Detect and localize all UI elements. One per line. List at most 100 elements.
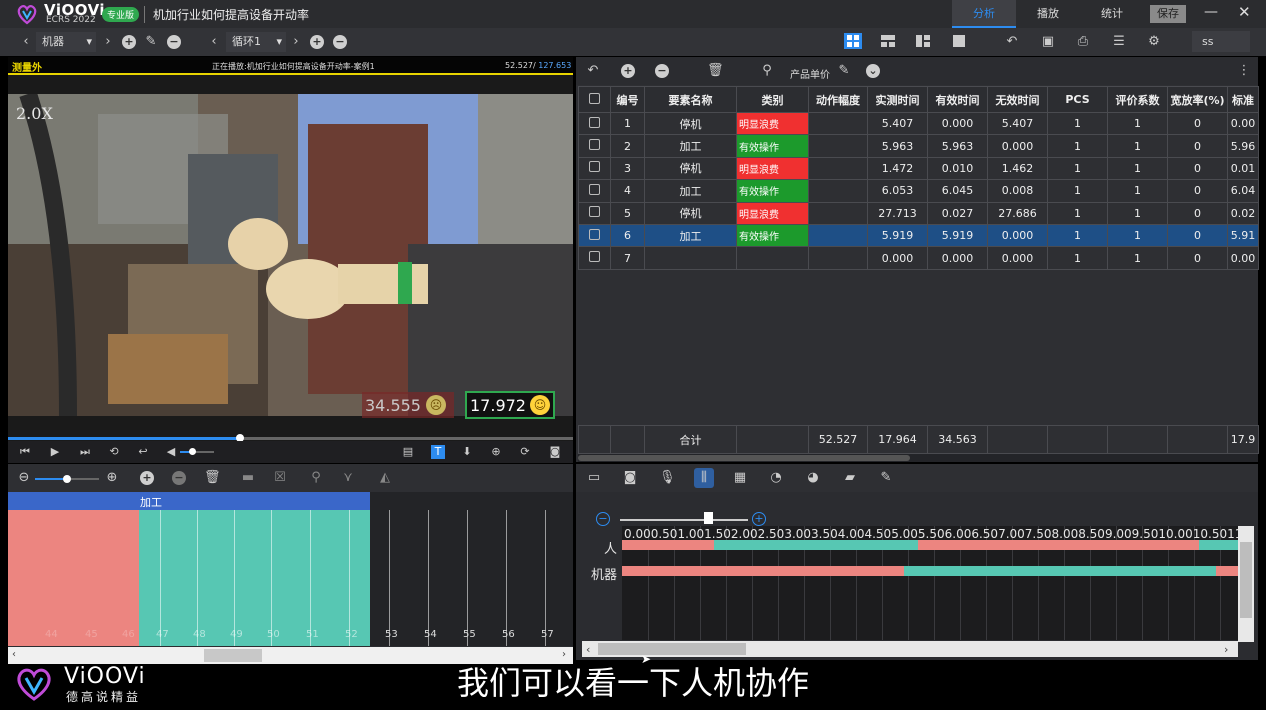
person-bar-segment[interactable] <box>918 540 1199 550</box>
layout-columns-icon[interactable] <box>914 33 932 49</box>
donut-chart-icon[interactable]: ◕ <box>805 470 821 486</box>
cell-allowance[interactable]: 0 <box>1167 223 1228 248</box>
col-header[interactable]: 宽放率(%) <box>1167 86 1228 113</box>
cell-valid[interactable]: 0.000 <box>927 246 988 270</box>
cell-pcs[interactable]: 1 <box>1047 134 1108 158</box>
person-bar-segment[interactable] <box>714 540 918 550</box>
checkbox[interactable] <box>578 156 611 181</box>
cell-pcs[interactable]: 1 <box>1047 201 1108 225</box>
cell-coef[interactable]: 1 <box>1107 201 1168 225</box>
expand-icon[interactable]: ⌄ <box>866 64 880 78</box>
cell-allowance[interactable]: 0 <box>1167 111 1228 136</box>
layout-grid4-icon[interactable] <box>844 33 862 49</box>
gantt-zoom-out-icon[interactable]: − <box>596 512 610 526</box>
bar-chart-icon[interactable]: ▦ <box>732 470 748 486</box>
cell-no[interactable]: 5 <box>610 201 645 225</box>
col-header[interactable]: 有效时间 <box>927 86 988 113</box>
document-icon[interactable]: ▤ <box>401 445 415 459</box>
cell-amplitude[interactable] <box>808 246 868 270</box>
print-icon[interactable]: ⎙ <box>1075 34 1091 50</box>
pie-chart-icon[interactable]: ◔ <box>768 470 784 486</box>
cell-no[interactable]: 7 <box>610 246 645 270</box>
cell-coef[interactable]: 1 <box>1107 156 1168 181</box>
undo-icon[interactable]: ↶ <box>585 63 601 79</box>
pencil-icon[interactable]: ✎ <box>878 470 894 486</box>
col-header[interactable]: 实测时间 <box>867 86 928 113</box>
cell-name[interactable]: 加工 <box>644 134 737 158</box>
col-header[interactable]: 评价系数 <box>1107 86 1168 113</box>
cell-valid[interactable]: 5.963 <box>927 134 988 158</box>
machine-bar-segment[interactable] <box>904 566 1216 576</box>
trash-icon[interactable]: 🗑 <box>204 470 221 486</box>
prev-frame-icon[interactable]: ⏮ <box>18 445 32 459</box>
cell-category[interactable]: 明显浪费 <box>736 111 809 136</box>
microphone-icon[interactable]: 🎙 <box>659 470 676 486</box>
cell-invalid[interactable]: 5.407 <box>987 111 1048 136</box>
cell-category[interactable]: 有效操作 <box>736 179 809 203</box>
back-icon[interactable]: ↩ <box>136 445 150 459</box>
gear-icon[interactable]: ⚙ <box>1146 34 1162 50</box>
add-icon[interactable]: + <box>140 471 154 485</box>
person-icon[interactable]: ⚲ <box>308 470 324 486</box>
cell-allowance[interactable]: 0 <box>1167 201 1228 225</box>
remove-icon[interactable]: − <box>167 35 181 49</box>
cell-standard[interactable]: 0.02 <box>1227 201 1259 225</box>
cell-allowance[interactable]: 0 <box>1167 179 1228 203</box>
checkbox[interactable] <box>578 111 611 136</box>
machine-bar-segment[interactable] <box>622 566 904 576</box>
cell-amplitude[interactable] <box>808 223 868 248</box>
cell-pcs[interactable]: 1 <box>1047 156 1108 181</box>
remove-icon[interactable]: − <box>333 35 347 49</box>
cell-pcs[interactable]: 1 <box>1047 179 1108 203</box>
cell-coef[interactable]: 1 <box>1107 134 1168 158</box>
cell-measured[interactable]: 0.000 <box>867 246 928 270</box>
cell-no[interactable]: 6 <box>610 223 645 248</box>
checkbox[interactable] <box>578 179 611 203</box>
cell-name[interactable]: 停机 <box>644 201 737 225</box>
gantt-vscroll-thumb[interactable] <box>1240 542 1252 618</box>
person-icon[interactable]: ⚲ <box>759 63 775 79</box>
add-row-icon[interactable]: + <box>621 64 635 78</box>
gantt-hscroll-thumb[interactable] <box>598 643 746 655</box>
pencil-icon[interactable]: ✎ <box>143 34 159 50</box>
menu-icon[interactable]: ☰ <box>1111 34 1127 50</box>
select-all-cell[interactable] <box>578 86 611 113</box>
comment-icon[interactable]: ▭ <box>586 470 602 486</box>
search-input[interactable]: ss <box>1192 31 1250 52</box>
cell-standard[interactable]: 0.00 <box>1227 111 1259 136</box>
tab-play[interactable]: 播放 <box>1016 0 1080 28</box>
cell-invalid[interactable]: 0.000 <box>987 223 1048 248</box>
table-row[interactable]: 3 停机 明显浪费 1.472 0.010 1.462 1 1 0 0.01 <box>578 156 1259 181</box>
save-button[interactable]: 保存 <box>1150 5 1186 23</box>
table-row[interactable]: 2 加工 有效操作 5.963 5.963 0.000 1 1 0 5.96 <box>578 134 1259 158</box>
gantt-zoom-slider[interactable] <box>620 519 748 521</box>
cell-name[interactable]: 停机 <box>644 156 737 181</box>
table-row[interactable]: 6 加工 有效操作 5.919 5.919 0.000 1 1 0 5.91 <box>578 223 1259 248</box>
split-icon[interactable]: ◭ <box>377 470 393 486</box>
remove-row-icon[interactable]: − <box>655 64 669 78</box>
cell-standard[interactable]: 0.01 <box>1227 156 1259 181</box>
table-scroll-thumb[interactable] <box>578 455 910 461</box>
checkbox[interactable] <box>578 134 611 158</box>
cell-category[interactable]: 明显浪费 <box>736 156 809 181</box>
cell-name[interactable] <box>644 246 737 270</box>
text-icon[interactable]: T <box>431 445 445 459</box>
col-header[interactable]: 编号 <box>610 86 645 113</box>
col-header[interactable]: 类别 <box>736 86 809 113</box>
table-row[interactable]: 5 停机 明显浪费 27.713 0.027 27.686 1 1 0 0.02 <box>578 201 1259 225</box>
row-checkbox[interactable] <box>589 161 600 173</box>
col-header[interactable]: 无效时间 <box>987 86 1048 113</box>
undo-icon[interactable]: ↶ <box>1004 34 1020 50</box>
scroll-left-icon[interactable]: ‹ <box>586 643 590 656</box>
layout-split-icon[interactable] <box>879 33 897 49</box>
table-row[interactable]: 7 0.000 0.000 0.000 1 1 0 0.00 <box>578 246 1259 270</box>
cycle-select[interactable]: 循环1 ▾ <box>226 32 286 52</box>
cell-measured[interactable]: 5.963 <box>867 134 928 158</box>
volume-icon[interactable]: ◀ <box>164 445 178 459</box>
cell-no[interactable]: 2 <box>610 134 645 158</box>
person-bar-segment[interactable] <box>1199 540 1238 550</box>
cell-invalid[interactable]: 1.462 <box>987 156 1048 181</box>
cell-amplitude[interactable] <box>808 156 868 181</box>
col-header[interactable]: 动作幅度 <box>808 86 868 113</box>
col-header[interactable]: 标准 <box>1227 86 1259 113</box>
